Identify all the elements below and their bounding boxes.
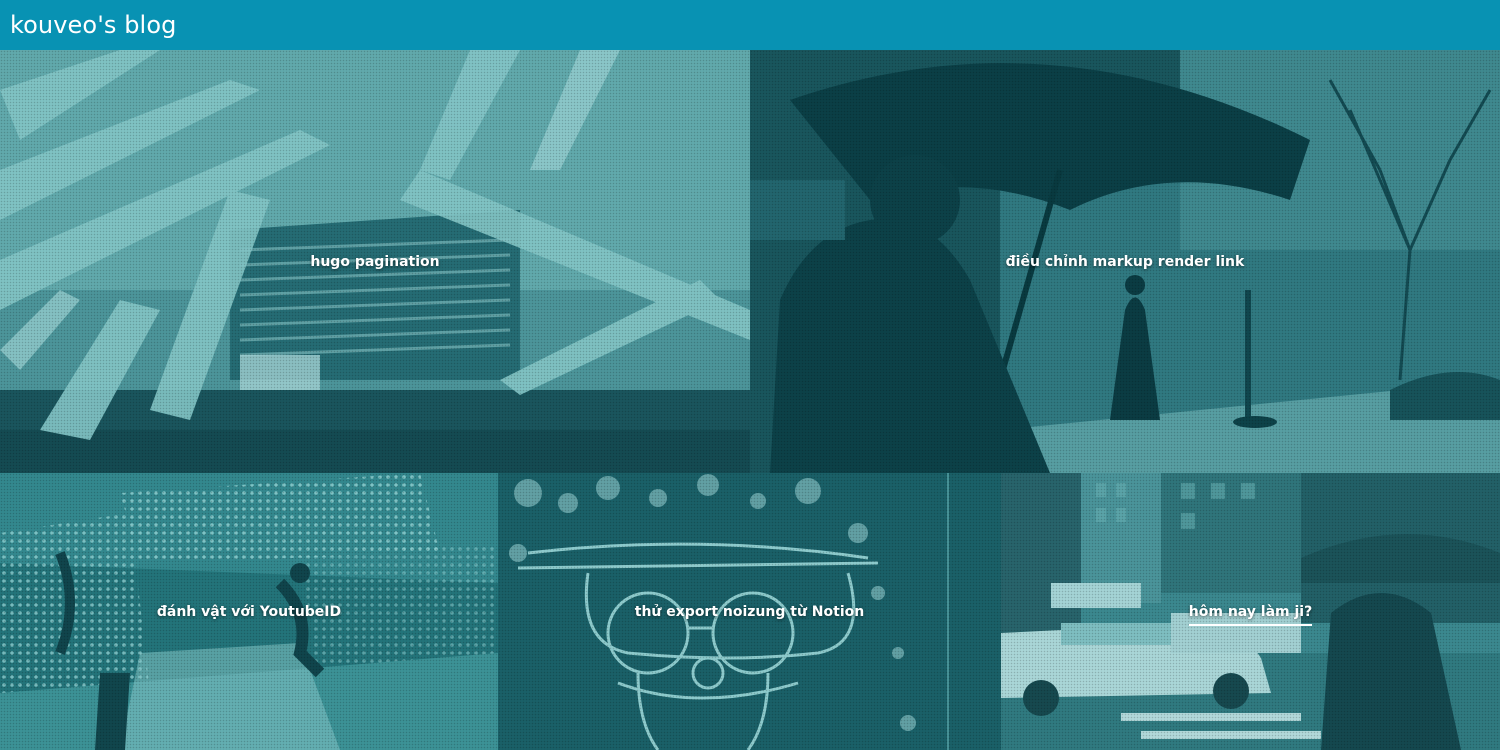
post-title: thử export noizung từ Notion: [634, 603, 865, 620]
site-header: kouveo's blog: [0, 0, 1500, 50]
post-title: điều chỉnh markup render link: [1005, 253, 1245, 270]
post-tile-export-notion[interactable]: thử export noizung từ Notion: [498, 473, 1001, 750]
post-title: hugo pagination: [310, 253, 440, 270]
site-title[interactable]: kouveo's blog: [10, 11, 176, 39]
post-tile-hom-nay-lam-ji[interactable]: hôm nay làm ji?: [1001, 473, 1500, 750]
post-tile-markup-render-link[interactable]: điều chỉnh markup render link: [750, 50, 1500, 473]
post-tile-youtubeid[interactable]: đánh vật với YoutubeID: [0, 473, 498, 750]
post-tile-hugo-pagination[interactable]: hugo pagination: [0, 50, 750, 473]
post-title: đánh vật với YoutubeID: [156, 603, 342, 620]
post-title: hôm nay làm ji?: [1001, 603, 1500, 626]
